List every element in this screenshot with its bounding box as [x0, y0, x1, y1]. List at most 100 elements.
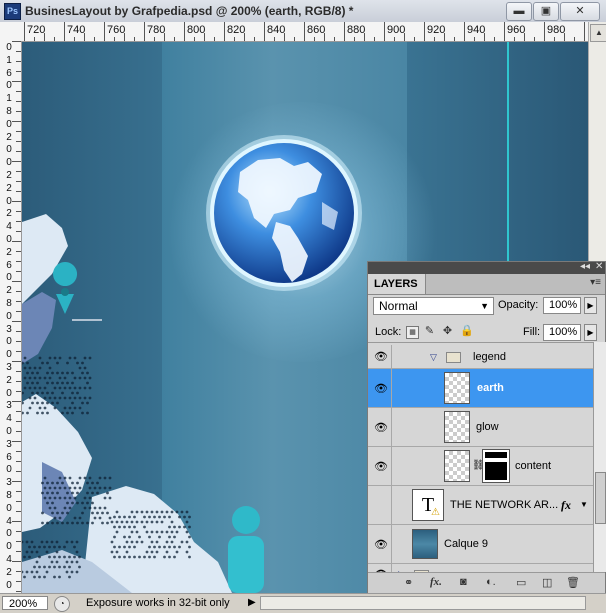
lock-position-icon[interactable]: ✥: [442, 326, 453, 337]
layers-scroll-thumb[interactable]: [595, 472, 606, 524]
visibility-eye-icon[interactable]: 👁: [368, 345, 392, 368]
title-bar[interactable]: Ps BusinesLayout by Grafpedia.psd @ 200%…: [0, 0, 606, 23]
halftone-dot: [118, 526, 121, 529]
halftone-dot: [51, 512, 54, 515]
layers-scrollbar[interactable]: [593, 342, 606, 572]
info-icon[interactable]: ◔: [54, 596, 70, 612]
halftone-dot: [138, 556, 141, 559]
expand-effects-icon[interactable]: ▼: [580, 500, 588, 509]
visibility-eye-icon[interactable]: 👁: [368, 525, 392, 563]
halftone-dot: [173, 536, 176, 539]
status-menu-arrow-icon[interactable]: ▶: [248, 597, 256, 608]
halftone-dot: [178, 526, 181, 529]
link-icon[interactable]: ⚭: [404, 576, 413, 589]
halftone-dot: [79, 487, 82, 490]
halftone-dot: [26, 551, 29, 554]
ruler-minor-tick: [524, 33, 525, 41]
layer-row-legend[interactable]: 👁 ▽ legend: [368, 345, 593, 369]
layer-row-glow[interactable]: 👁 glow: [368, 408, 593, 447]
restore-button[interactable]: ▣: [533, 2, 559, 21]
folder-icon[interactable]: ▭: [516, 576, 526, 589]
fill-input[interactable]: 100%: [543, 324, 581, 341]
panel-menu-icon[interactable]: ▾≡: [590, 277, 601, 288]
panel-tab-bar: LAYERS ▾≡: [368, 274, 605, 295]
visibility-eye-empty[interactable]: [368, 486, 392, 524]
layer-mask-thumbnail[interactable]: [483, 450, 509, 482]
adjustment-icon[interactable]: ◐.: [486, 576, 496, 588]
halftone-dot: [69, 487, 72, 490]
lock-image-pixels-icon[interactable]: ✎: [424, 326, 435, 337]
visibility-eye-icon[interactable]: 👁: [368, 447, 392, 485]
ruler-minor-tick: [244, 33, 245, 41]
collapse-icon[interactable]: ◂◂: [580, 261, 590, 272]
ruler-label: 820: [227, 24, 245, 36]
halftone-dot: [143, 526, 146, 529]
zoom-level-field[interactable]: 200%: [2, 596, 48, 610]
visibility-eye-icon[interactable]: 👁: [368, 369, 392, 407]
new-layer-icon[interactable]: ◫: [542, 576, 552, 589]
lock-all-icon[interactable]: 🔒: [460, 326, 471, 337]
blend-mode-select[interactable]: Normal ▼: [373, 297, 494, 315]
halftone-dot: [66, 571, 69, 574]
ruler-label: 3: [4, 363, 14, 373]
ruler-tick: [16, 501, 21, 502]
halftone-dot: [43, 566, 46, 569]
halftone-dot: [161, 511, 164, 514]
close-button[interactable]: ✕: [560, 2, 600, 21]
ruler-origin[interactable]: [0, 22, 23, 42]
halftone-dot: [133, 546, 136, 549]
halftone-dot: [101, 512, 104, 515]
fill-arrow-icon[interactable]: ▶: [584, 324, 597, 341]
halftone-dot: [44, 497, 47, 500]
layer-row-calque-9[interactable]: 👁 Calque 9: [368, 525, 593, 564]
halftone-dot: [49, 377, 52, 380]
ruler-tick: [16, 411, 21, 412]
halftone-dot: [84, 477, 87, 480]
halftone-dot: [89, 377, 92, 380]
halftone-dot: [104, 487, 107, 490]
expand-triangle-icon[interactable]: ▽: [430, 352, 437, 363]
halftone-dot: [131, 541, 134, 544]
halftone-dot: [38, 566, 41, 569]
opacity-arrow-icon[interactable]: ▶: [584, 297, 597, 314]
fx-icon[interactable]: fx: [561, 498, 571, 513]
ruler-minor-tick: [584, 22, 585, 41]
layer-row-text[interactable]: T ⚠ THE NETWORK AR... fx ▼: [368, 486, 593, 525]
visibility-eye-icon[interactable]: 👁: [368, 408, 392, 446]
horizontal-ruler[interactable]: 720 740 760 780 800 820 840 860 880 900 920 940 960 9…: [22, 22, 588, 42]
vertical-ruler[interactable]: 0160180200220240260280300320340360380400…: [0, 41, 22, 593]
ruler-minor-tick: [174, 37, 175, 41]
halftone-dot: [46, 412, 49, 415]
layer-row-content[interactable]: 👁 ⛓ content: [368, 447, 593, 486]
halftone-dot: [76, 561, 79, 564]
ruler-tick: [16, 111, 21, 112]
status-message[interactable]: Exposure works in 32-bit only: [86, 597, 230, 609]
trash-icon[interactable]: 🗑: [566, 576, 580, 589]
minimize-button[interactable]: ▬: [506, 2, 532, 21]
halftone-dot: [121, 521, 124, 524]
halftone-dot: [39, 357, 42, 360]
halftone-dot: [171, 541, 174, 544]
halftone-dot: [158, 546, 161, 549]
halftone-dot: [51, 402, 54, 405]
halftone-dot: [86, 372, 89, 375]
halftone-dot: [34, 367, 37, 370]
halftone-dot: [128, 516, 131, 519]
layer-row-earth[interactable]: 👁 earth: [368, 369, 593, 408]
halftone-dot: [143, 516, 146, 519]
ruler-minor-tick: [414, 37, 415, 41]
ruler-label: 3: [4, 478, 14, 488]
fx-icon[interactable]: fx.: [430, 576, 442, 588]
horizontal-scrollbar[interactable]: [260, 596, 586, 610]
opacity-input[interactable]: 100%: [543, 297, 581, 314]
mask-icon[interactable]: ◙: [460, 576, 467, 588]
scroll-up-button[interactable]: ▲: [590, 24, 606, 42]
tab-layers[interactable]: LAYERS: [368, 274, 426, 294]
ruler-minor-tick: [434, 37, 435, 41]
lock-transparent-pixels-icon[interactable]: ▦: [406, 326, 419, 339]
halftone-dot: [74, 497, 77, 500]
halftone-dot: [168, 536, 171, 539]
halftone-dot: [89, 487, 92, 490]
close-icon[interactable]: ✕: [595, 261, 603, 272]
ruler-tick: [16, 311, 21, 312]
